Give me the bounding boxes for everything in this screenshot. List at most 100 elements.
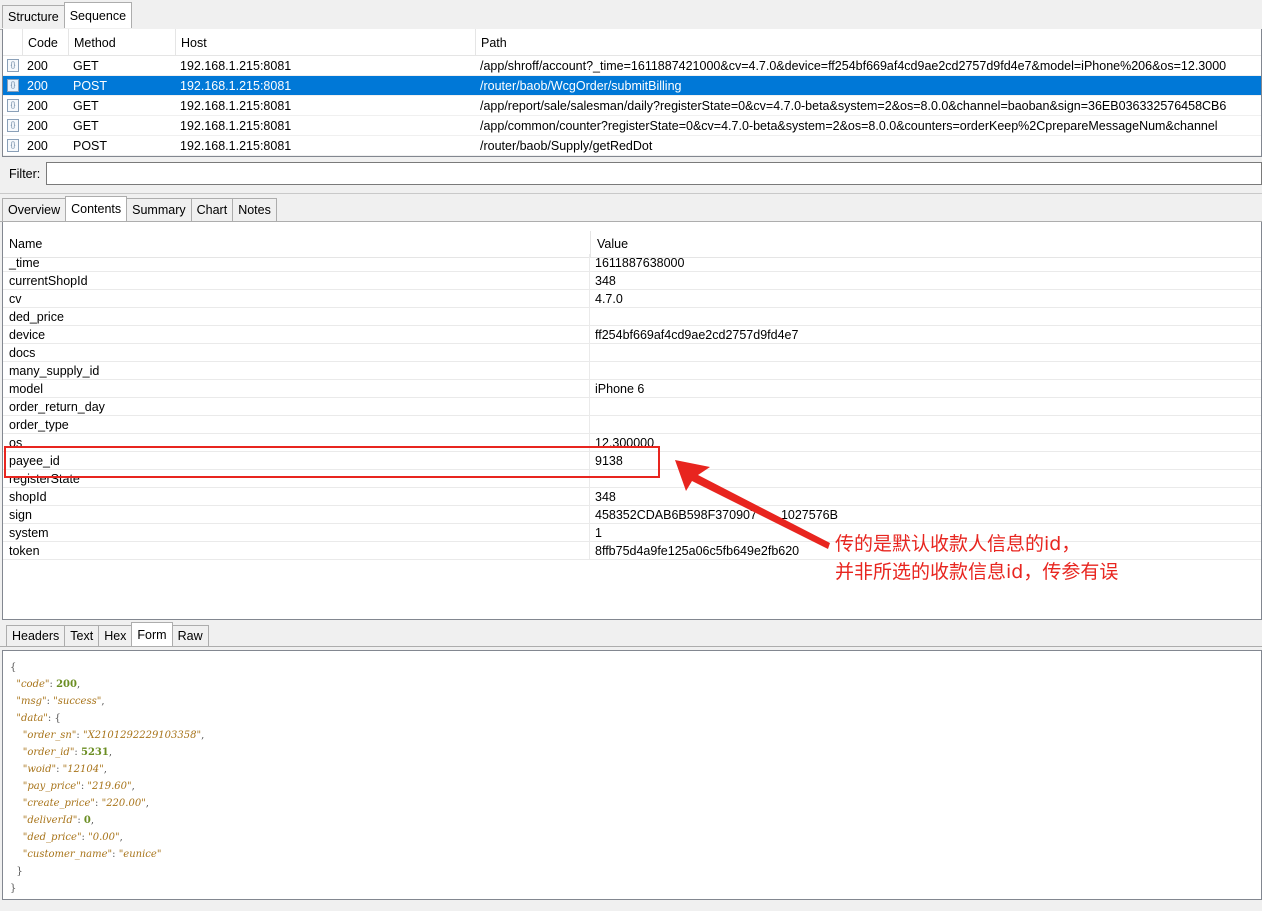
row-icon-cell: {} — [3, 56, 23, 75]
json-line: "order_id": 5231, — [22, 747, 113, 758]
cell-host: 192.168.1.215:8081 — [180, 78, 292, 93]
cell-method: GET — [73, 98, 99, 113]
cell-path: /router/baob/WcgOrder/submitBilling — [480, 78, 682, 93]
value-text: iPhone 6 — [595, 381, 645, 396]
row-icon-cell: {} — [3, 136, 23, 155]
table-row[interactable]: {} 200 GET 192.168.1.215:8081/app/common/co… — [3, 116, 1261, 136]
json-line: "deliverId": 0, — [22, 815, 95, 826]
cell-value: 348 — [590, 488, 616, 506]
tab-text[interactable]: Text — [64, 625, 100, 646]
cell-path: /app/report/sale/salesman/daily?register… — [480, 98, 1227, 113]
document-icon: {} — [7, 99, 19, 112]
cell-name: model — [3, 379, 590, 398]
table-row[interactable]: many_supply_id — [3, 361, 1261, 380]
json-line: "code": 200, — [16, 679, 81, 690]
cell-name: shopId — [3, 487, 590, 506]
tab-hex[interactable]: Hex — [98, 625, 133, 646]
tab-headers[interactable]: Headers — [6, 625, 66, 646]
value-text: 4.7.0 — [595, 291, 623, 306]
tab-contents[interactable]: Contents — [65, 196, 128, 221]
json-line: "data": { — [16, 713, 61, 724]
annotation-text: 传的是默认收款人信息的id， 并非所选的收款信息id，传参有误 — [835, 530, 1118, 586]
tab-overview[interactable]: Overview — [2, 198, 67, 221]
cell-name: device — [3, 325, 590, 344]
cell-host: 192.168.1.215:8081 — [180, 98, 292, 113]
annotation-line-2: 并非所选的收款信息id，传参有误 — [835, 561, 1119, 583]
tab-structure[interactable]: Structure — [2, 5, 65, 28]
cell-value — [590, 362, 595, 380]
tab-divider — [0, 646, 1262, 647]
table-row[interactable]: order_return_day — [3, 397, 1261, 416]
json-close-brace: } — [10, 883, 17, 894]
json-viewer: { "code": 200, "msg": "success", "data":… — [3, 651, 1261, 899]
cell-method: POST — [73, 138, 108, 153]
column-host[interactable]: Host — [176, 29, 476, 56]
tab-raw[interactable]: Raw — [171, 625, 209, 646]
detail-tabbar: Overview Contents Summary Chart Notes — [0, 196, 277, 221]
table-row[interactable]: _time 1611887638000 — [3, 253, 1261, 272]
value-text: ff254bf669af4cd9ae2cd2757d9fd4e7 — [595, 327, 799, 342]
annotation-line-1: 传的是默认收款人信息的id， — [835, 533, 1081, 555]
cell-host: 192.168.1.215:8081 — [180, 118, 292, 133]
cell-name: cv — [3, 289, 590, 308]
value-text: 348 — [595, 273, 616, 288]
table-row[interactable]: device ff254bf669af4cd9ae2cd2757d9fd4e7 — [3, 325, 1261, 344]
table-row[interactable]: currentShopId 348 — [3, 271, 1261, 290]
cell-method: POST — [73, 78, 108, 93]
table-row[interactable]: docs — [3, 343, 1261, 362]
tab-form[interactable]: Form — [131, 622, 173, 646]
column-method[interactable]: Method — [69, 29, 176, 56]
cell-name: docs — [3, 343, 590, 362]
cell-name: many_supply_id — [3, 361, 590, 380]
table-row[interactable]: ded_price — [3, 307, 1261, 326]
table-row[interactable]: sign 458352CDAB6B598F370907 1027576B — [3, 505, 1261, 524]
table-row[interactable]: order_type — [3, 415, 1261, 434]
cell-path: /app/shroff/account?_time=1611887421000&… — [480, 58, 1227, 73]
cell-method: GET — [73, 118, 99, 133]
highlight-box — [4, 446, 660, 478]
table-row[interactable]: cv 4.7.0 — [3, 289, 1261, 308]
document-icon: {} — [7, 79, 19, 92]
arrow-shape — [675, 460, 830, 549]
row-icon-cell: {} — [3, 96, 23, 115]
filter-bar: Filter: — [2, 160, 1262, 187]
tab-summary[interactable]: Summary — [126, 198, 192, 221]
json-line: } — [10, 866, 23, 877]
filter-input[interactable] — [46, 162, 1262, 185]
filter-label: Filter: — [9, 166, 41, 181]
table-row[interactable]: model iPhone 6 — [3, 379, 1261, 398]
cell-value: ff254bf669af4cd9ae2cd2757d9fd4e7 — [590, 326, 798, 344]
cell-code: 200 — [27, 58, 48, 73]
json-line: "pay_price": "219.60", — [22, 781, 135, 792]
tab-sequence[interactable]: Sequence — [63, 2, 133, 28]
column-code[interactable]: Code — [23, 29, 69, 56]
table-row[interactable]: {} 200 POST 192.168.1.215:8081/router/baob/… — [3, 76, 1261, 96]
table-row[interactable]: {} 200 POST 192.168.1.215:8081/router/baob/… — [3, 136, 1261, 156]
table-row[interactable]: {} 200 GET 192.168.1.215:8081/app/shroff/ac… — [3, 56, 1261, 76]
cell-host: 192.168.1.215:8081 — [180, 58, 292, 73]
response-tabbar: Headers Text Hex Form Raw — [0, 622, 209, 646]
json-line: "msg": "success", — [16, 696, 105, 707]
cell-name: sign — [3, 505, 590, 524]
cell-method: GET — [73, 58, 99, 73]
column-path[interactable]: Path — [476, 29, 1261, 56]
cell-path: /router/baob/Supply/getRedDot — [480, 138, 653, 153]
document-icon: {} — [7, 139, 19, 152]
cell-value: 1611887638000 — [590, 254, 684, 272]
tab-notes[interactable]: Notes — [232, 198, 277, 221]
table-row[interactable]: shopId 348 — [3, 487, 1261, 506]
table-row[interactable]: {} 200 GET 192.168.1.215:8081/app/report/sa… — [3, 96, 1261, 116]
json-line: "customer_name": "eunice" — [22, 849, 162, 860]
icon-column-header — [3, 29, 23, 56]
cell-value: 4.7.0 — [590, 290, 623, 308]
tab-chart[interactable]: Chart — [190, 198, 234, 221]
cell-name: system — [3, 523, 590, 542]
cell-value — [590, 398, 595, 416]
document-icon: {} — [7, 59, 19, 72]
top-tabbar: Structure Sequence — [0, 2, 133, 28]
separator — [0, 193, 1262, 194]
cell-code: 200 — [27, 98, 48, 113]
cell-code: 200 — [27, 138, 48, 153]
annotation-arrow — [675, 460, 830, 549]
json-line: "woid": "12104", — [22, 764, 107, 775]
